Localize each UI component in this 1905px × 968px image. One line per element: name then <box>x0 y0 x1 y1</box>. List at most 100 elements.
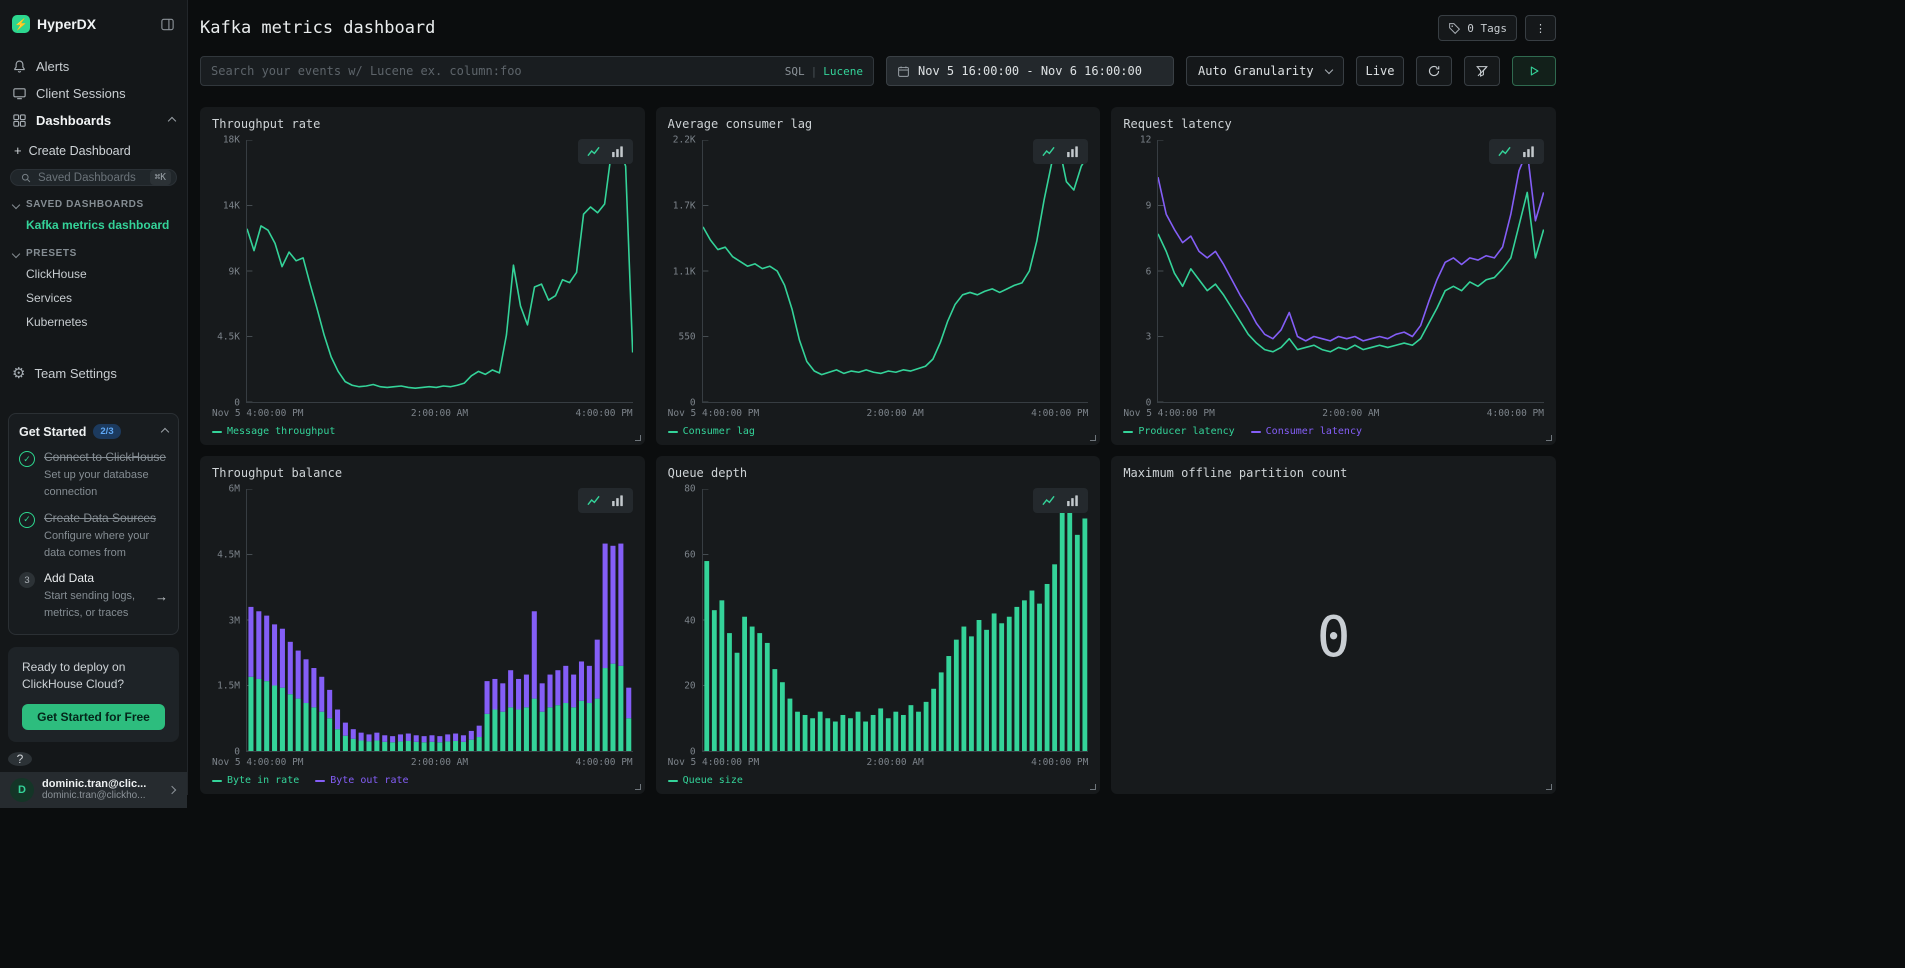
panel-title: Request latency <box>1123 117 1544 131</box>
step-title: Create Data Sources <box>44 511 168 525</box>
refresh-button[interactable] <box>1416 56 1452 86</box>
saved-dashboards-search-input[interactable] <box>38 172 144 184</box>
y-tick-label: 6M <box>229 484 240 495</box>
line-chart-icon[interactable] <box>1042 494 1055 507</box>
bar-chart-icon[interactable] <box>611 145 624 158</box>
panel-throughput-rate: Throughput rate18K14K9K4.5K0Nov 5 4:00:0… <box>200 107 645 445</box>
legend-item[interactable]: Queue size <box>668 775 743 786</box>
event-search-input[interactable] <box>211 64 777 78</box>
date-range-picker[interactable]: Nov 5 16:00:00 - Nov 6 16:00:00 <box>886 56 1174 86</box>
run-query-button[interactable] <box>1512 56 1556 86</box>
y-tick-label: 0 <box>690 398 696 409</box>
get-started-step-connect[interactable]: ✓ Connect to ClickHouse Set up your data… <box>19 450 168 500</box>
y-tick-label: 1.5M <box>217 681 240 692</box>
panel-title: Maximum offline partition count <box>1123 466 1544 480</box>
sidebar-collapse-icon[interactable] <box>160 17 175 32</box>
granularity-select[interactable]: Auto Granularity <box>1186 56 1344 86</box>
live-button[interactable]: Live <box>1356 56 1404 86</box>
nav-label: Client Sessions <box>36 86 126 101</box>
chevron-down-icon <box>12 249 20 257</box>
x-tick-label: Nov 5 4:00:00 PM <box>212 408 304 419</box>
y-axis: 6M4.5M3M1.5M0 <box>212 489 246 752</box>
sidebar-item-dashboards[interactable]: Dashboards <box>0 107 187 134</box>
sidebar-item-services[interactable]: Services <box>0 286 187 310</box>
metric-value: 0 <box>1123 489 1544 786</box>
main-area: Kafka metrics dashboard 0 Tags ⋮ SQL <box>188 0 1905 795</box>
chevron-up-icon <box>161 427 169 435</box>
chart-body: 129630 <box>1123 140 1544 403</box>
resize-handle[interactable] <box>1090 435 1096 441</box>
nav-label: Dashboards <box>36 113 111 128</box>
get-started-step-sources[interactable]: ✓ Create Data Sources Configure where yo… <box>19 511 168 561</box>
resize-handle[interactable] <box>635 435 641 441</box>
legend-item[interactable]: Consumer lag <box>668 426 755 437</box>
bar-chart-icon[interactable] <box>1066 145 1079 158</box>
get-started-header[interactable]: Get Started 2/3 <box>19 424 168 439</box>
sidebar-item-team-settings[interactable]: ⚙ Team Settings <box>0 360 187 387</box>
y-tick-label: 60 <box>684 549 695 560</box>
chart-legend: Queue size <box>668 768 1089 786</box>
x-tick-label: 4:00:00 PM <box>575 408 632 419</box>
sidebar-item-kubernetes[interactable]: Kubernetes <box>0 310 187 334</box>
dashboard-menu-button[interactable]: ⋮ <box>1525 15 1556 41</box>
deploy-text: Ready to deploy on ClickHouse Cloud? <box>22 659 165 694</box>
presets-header[interactable]: PRESETS <box>0 237 187 262</box>
filter-button[interactable] <box>1464 56 1500 86</box>
legend-item[interactable]: Consumer latency <box>1251 426 1362 437</box>
resize-handle[interactable] <box>1090 784 1096 790</box>
get-started-step-add-data[interactable]: 3 Add Data Start sending logs, metrics, … <box>19 571 168 621</box>
saved-dashboards-search[interactable]: ⌘K <box>10 169 177 186</box>
date-range-value: Nov 5 16:00:00 - Nov 6 16:00:00 <box>918 64 1142 78</box>
legend-item[interactable]: Producer latency <box>1123 426 1234 437</box>
arrow-right-icon: → <box>155 589 168 604</box>
calendar-icon <box>897 65 910 78</box>
deploy-card: Ready to deploy on ClickHouse Cloud? Get… <box>8 647 179 742</box>
chart-legend: Message throughput <box>212 419 633 437</box>
lucene-toggle[interactable]: Lucene <box>823 65 863 78</box>
event-search-box[interactable]: SQL | Lucene <box>200 56 874 86</box>
resize-handle[interactable] <box>1546 784 1552 790</box>
plot-area <box>1157 140 1544 403</box>
sidebar-item-alerts[interactable]: Alerts <box>0 53 187 80</box>
x-tick-label: 4:00:00 PM <box>575 757 632 768</box>
legend-item[interactable]: Byte in rate <box>212 775 299 786</box>
x-tick-label: Nov 5 4:00:00 PM <box>212 757 304 768</box>
step-title: Add Data <box>44 571 146 585</box>
sidebar-item-client-sessions[interactable]: Client Sessions <box>0 80 187 107</box>
tags-button[interactable]: 0 Tags <box>1438 15 1517 41</box>
user-menu[interactable]: D dominic.tran@clic... dominic.tran@clic… <box>0 772 187 808</box>
sidebar-item-clickhouse[interactable]: ClickHouse <box>0 262 187 286</box>
y-tick-label: 9K <box>229 266 240 277</box>
toggle-divider: | <box>811 65 818 78</box>
legend-item[interactable]: Byte out rate <box>315 775 408 786</box>
bar-chart-icon[interactable] <box>1066 494 1079 507</box>
resize-handle[interactable] <box>635 784 641 790</box>
legend-item[interactable]: Message throughput <box>212 426 335 437</box>
page-header: Kafka metrics dashboard 0 Tags ⋮ <box>200 14 1556 42</box>
sql-toggle[interactable]: SQL <box>785 65 805 78</box>
y-tick-label: 14K <box>223 200 240 211</box>
resize-handle[interactable] <box>1546 435 1552 441</box>
help-button[interactable]: ? <box>8 752 32 766</box>
line-chart-icon[interactable] <box>1498 145 1511 158</box>
line-chart-icon[interactable] <box>1042 145 1055 158</box>
y-tick-label: 0 <box>690 747 696 758</box>
chart-legend: Byte in rate Byte out rate <box>212 768 633 786</box>
create-dashboard-button[interactable]: + Create Dashboard <box>0 134 187 160</box>
y-tick-label: 3M <box>229 615 240 626</box>
check-circle-icon: ✓ <box>19 512 35 528</box>
line-chart-icon[interactable] <box>587 145 600 158</box>
sidebar-item-kafka-dashboard[interactable]: Kafka metrics dashboard <box>0 213 187 237</box>
panel-title: Average consumer lag <box>668 117 1089 131</box>
chart-legend: Consumer lag <box>668 419 1089 437</box>
line-chart-icon[interactable] <box>587 494 600 507</box>
saved-dashboards-header[interactable]: SAVED DASHBOARDS <box>0 188 187 213</box>
user-name: dominic.tran@clic... <box>42 778 161 790</box>
dashboard-grid: Throughput rate18K14K9K4.5K0Nov 5 4:00:0… <box>200 107 1556 794</box>
bar-chart-icon[interactable] <box>1522 145 1535 158</box>
legend-dash <box>315 780 325 782</box>
bar-chart-icon[interactable] <box>611 494 624 507</box>
sidebar: ⚡ HyperDX Alerts Client Sessions Dashboa… <box>0 0 188 795</box>
page-title: Kafka metrics dashboard <box>200 18 435 38</box>
get-started-free-button[interactable]: Get Started for Free <box>22 704 165 730</box>
